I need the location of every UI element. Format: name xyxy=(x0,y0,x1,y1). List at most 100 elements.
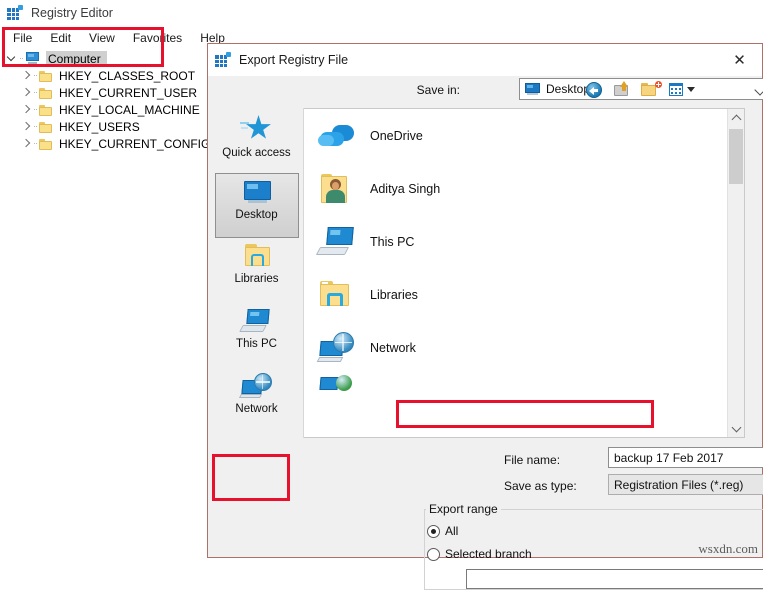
place-network[interactable]: Network xyxy=(215,368,299,433)
chevron-down-icon[interactable] xyxy=(6,52,19,65)
save-as-type-dropdown[interactable]: Registration Files (*.reg) xyxy=(608,474,763,495)
tree-item-hkey-local-machine[interactable]: HKEY_LOCAL_MACHINE xyxy=(0,101,205,118)
list-item-partial[interactable] xyxy=(304,374,744,392)
list-item[interactable]: Libraries xyxy=(304,268,744,321)
onedrive-icon xyxy=(318,122,356,150)
tree-item-label: Computer xyxy=(46,50,107,67)
radio-all[interactable]: All xyxy=(427,524,458,538)
group-frame-left xyxy=(424,509,425,589)
radio-all-label: All xyxy=(445,524,459,538)
place-label: Quick access xyxy=(222,147,291,159)
tree-item-hkey-current-config[interactable]: HKEY_CURRENT_CONFIG xyxy=(0,135,210,152)
save-in-row: Save in: Desktop xyxy=(208,78,763,106)
network-icon xyxy=(238,373,274,401)
list-item[interactable]: Aditya Singh xyxy=(304,162,744,215)
folder-icon xyxy=(39,70,53,82)
tree-item-label: HKEY_CURRENT_CONFIG xyxy=(59,136,211,151)
list-item-label: Aditya Singh xyxy=(370,181,441,196)
chevron-right-icon[interactable] xyxy=(20,120,33,133)
file-name-value: backup 17 Feb 2017 xyxy=(614,450,724,465)
scrollbar-thumb[interactable] xyxy=(729,129,743,184)
file-name-label: File name: xyxy=(504,453,561,467)
list-item-label: Network xyxy=(370,340,416,355)
registry-editor-titlebar: Registry Editor xyxy=(0,0,763,26)
views-icon[interactable] xyxy=(668,81,700,99)
libraries-icon xyxy=(318,280,356,310)
chevron-right-icon[interactable] xyxy=(20,86,33,99)
registry-tree: Computer HKEY_CLASSES_ROOT HKEY_CURRENT_… xyxy=(0,50,210,152)
list-item[interactable]: This PC xyxy=(304,215,744,268)
network-icon xyxy=(316,331,356,364)
watermark: wsxdn.com xyxy=(698,541,758,556)
tree-item-label: HKEY_CLASSES_ROOT xyxy=(59,68,196,83)
tree-item-computer[interactable]: Computer xyxy=(0,50,205,67)
save-in-label: Save in: xyxy=(416,83,460,97)
tree-item-hkey-classes-root[interactable]: HKEY_CLASSES_ROOT xyxy=(0,67,205,84)
save-as-type-value: Registration Files (*.reg) xyxy=(614,477,744,492)
save-as-type-label: Save as type: xyxy=(504,479,577,493)
computer-icon xyxy=(25,52,41,65)
menu-item-file[interactable]: File xyxy=(4,29,41,47)
places-bar: Quick access Desktop Libraries This PC N… xyxy=(210,108,304,438)
list-item-label: This PC xyxy=(370,234,415,249)
radio-button-icon[interactable] xyxy=(427,547,440,561)
star-icon xyxy=(239,113,274,145)
list-item-label: OneDrive xyxy=(370,128,423,143)
tree-item-hkey-users[interactable]: HKEY_USERS xyxy=(0,118,205,135)
tree-item-hkey-current-user[interactable]: HKEY_CURRENT_USER xyxy=(0,84,205,101)
up-folder-icon[interactable] xyxy=(612,81,634,99)
file-list-scrollbar[interactable] xyxy=(727,109,744,437)
desktop-icon xyxy=(525,83,540,95)
scroll-down-icon[interactable] xyxy=(728,420,744,437)
registry-editor-title: Registry Editor xyxy=(31,6,113,20)
selected-branch-input[interactable] xyxy=(466,569,763,589)
registry-icon xyxy=(215,52,231,68)
chevron-right-icon[interactable] xyxy=(20,69,33,82)
export-registry-file-dialog: Export Registry File ✕ Save in: Desktop xyxy=(207,43,763,590)
folder-icon xyxy=(39,104,53,116)
list-item[interactable]: Network xyxy=(304,321,744,374)
radio-button-icon[interactable] xyxy=(427,524,440,538)
libraries-icon xyxy=(240,243,274,271)
tree-item-label: HKEY_CURRENT_USER xyxy=(59,85,198,100)
menu-item-view[interactable]: View xyxy=(80,29,124,47)
this-pc-icon xyxy=(315,226,356,257)
place-this-pc[interactable]: This PC xyxy=(215,303,299,368)
folder-icon xyxy=(39,121,53,133)
folder-icon xyxy=(39,87,53,99)
close-icon[interactable]: ✕ xyxy=(717,44,762,75)
network-icon xyxy=(318,375,356,391)
place-label: Desktop xyxy=(235,209,278,221)
place-label: Network xyxy=(235,403,278,415)
place-label: Libraries xyxy=(234,273,279,285)
tree-item-label: HKEY_LOCAL_MACHINE xyxy=(59,102,200,117)
dialog-titlebar: Export Registry File xyxy=(208,44,762,76)
place-desktop[interactable]: Desktop xyxy=(214,173,299,238)
folder-icon xyxy=(39,138,53,150)
this-pc-icon xyxy=(238,308,274,336)
dialog-title: Export Registry File xyxy=(239,53,349,67)
scroll-up-icon[interactable] xyxy=(728,109,744,126)
list-item[interactable]: OneDrive xyxy=(304,109,744,162)
back-icon[interactable] xyxy=(584,81,606,99)
desktop-icon xyxy=(240,179,274,207)
place-quick-access[interactable]: Quick access xyxy=(215,108,299,173)
list-item-label: Libraries xyxy=(370,287,418,302)
place-label: This PC xyxy=(236,338,277,350)
file-name-input[interactable]: backup 17 Feb 2017 xyxy=(608,447,763,468)
registry-icon xyxy=(7,5,23,21)
new-folder-icon[interactable] xyxy=(640,81,662,99)
user-folder-icon xyxy=(318,172,356,206)
file-list[interactable]: OneDrive Aditya Singh This PC Libraries … xyxy=(304,108,745,438)
export-range-legend: Export range xyxy=(426,502,501,516)
tree-item-label: HKEY_USERS xyxy=(59,119,140,134)
group-frame-bottom xyxy=(424,589,763,590)
menu-item-favorites[interactable]: Favorites xyxy=(124,29,191,47)
radio-selected-branch-label: Selected branch xyxy=(445,547,532,561)
menu-item-edit[interactable]: Edit xyxy=(41,29,80,47)
chevron-right-icon[interactable] xyxy=(20,103,33,116)
chevron-right-icon[interactable] xyxy=(20,137,33,150)
place-libraries[interactable]: Libraries xyxy=(215,238,299,303)
chevron-down-icon[interactable] xyxy=(754,84,763,96)
radio-selected-branch[interactable]: Selected branch xyxy=(427,547,532,561)
